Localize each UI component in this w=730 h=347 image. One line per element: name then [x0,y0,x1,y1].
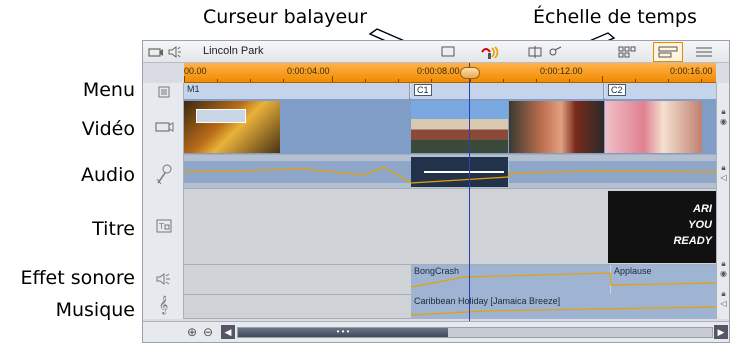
ruler-tick-label: 0:00:16.00 [670,66,713,76]
label-video: Vidéo [81,118,135,140]
label-menu: Menu [82,79,135,101]
video-clip-church[interactable] [411,101,508,153]
zoom-out-icon[interactable]: ⊖ [201,325,215,339]
ruler-tick [635,79,636,82]
audio-speaker-icon[interactable]: ◁ [717,173,730,182]
text-view-icon[interactable] [693,43,715,61]
scroll-right-button[interactable]: ▶ [714,325,728,339]
time-ruler[interactable]: 00.00 0:00:04.00 0:00:08.00 0:00:12.00 0… [184,63,716,83]
ruler-tick-label: 0:00:04.00 [287,66,330,76]
video-eye-icon[interactable]: ◉ [717,117,730,126]
ruler-tick-label: 00.00 [184,66,207,76]
scroll-left-button[interactable]: ◀ [221,325,235,339]
sfx-track-lane[interactable]: BongCrash Applause [184,265,716,295]
title-track-lane[interactable]: ARI YOU READY [184,189,716,265]
video-clip-kids[interactable] [509,101,604,153]
video-clip-facepaint[interactable] [605,101,702,153]
project-name: Lincoln Park [203,45,264,57]
ruler-tick [503,79,504,82]
audio-waveform [184,157,716,187]
audio-mixer-icon[interactable] [479,42,501,62]
menu-track-icon[interactable] [143,85,184,99]
video-track-icon[interactable] [143,117,184,137]
microphone-icon[interactable] [143,163,184,187]
timeline-panel: Lincoln Park 00.00 0:00:04.00 0:00:08.00… [142,40,730,343]
ruler-tick [217,79,218,82]
sfx-speaker-icon-right[interactable]: ◁ [717,299,730,308]
ruler-tick [701,79,702,82]
title-eye-icon[interactable]: ◉ [717,269,730,278]
horizontal-scrollbar-track[interactable]: • • • [237,327,713,338]
ruler-tick [536,79,537,82]
title-text-line: READY [673,235,712,247]
ruler-tick-label: 0:00:08.00 [417,66,460,76]
label-sfx: Effet sonore [20,267,135,289]
ruler-tick-label: 0:00:12.00 [540,66,583,76]
sfx-speaker-icon[interactable] [143,269,184,289]
menu-marker-c1[interactable]: C1 [411,83,604,99]
audio-track-lane[interactable] [184,155,716,189]
menu-marker-m1[interactable]: M1 [184,83,410,99]
ruler-tick [250,79,251,82]
horizontal-scrollbar-thumb[interactable]: • • • [238,328,448,337]
music-volume-line [410,306,716,316]
timeline-bottom-bar: ⊕ ⊖ ◀ • • • ▶ [143,321,729,342]
monitor-icon[interactable] [439,43,457,61]
ruler-tick [332,76,333,82]
svg-text:T: T [158,222,164,231]
title-text-line: YOU [688,219,712,231]
ruler-tick [398,79,399,82]
video-track-lane[interactable] [184,99,716,155]
menu-track-lane[interactable]: M1 C1 C2 [184,83,716,99]
speaker-icon[interactable] [167,43,183,61]
ruler-tick [569,79,570,82]
timeline-view-icon[interactable] [653,42,683,62]
label-title: Titre [92,218,135,240]
track-header-column: T 𝄞 [143,83,184,319]
label-music: Musique [55,299,135,321]
razor-icon[interactable] [547,43,563,61]
camera-icon[interactable] [147,43,165,61]
video-clip-menu-thumb[interactable] [184,101,280,153]
audio-lock-icon[interactable]: 🔒︎ [717,163,730,172]
scrubber-handle[interactable] [460,67,480,79]
storyboard-view-icon[interactable] [617,43,637,61]
label-audio: Audio [80,164,135,186]
ruler-tick [431,79,432,82]
sfx-volume-line [410,272,716,288]
timeline-toolbar: Lincoln Park [143,41,729,63]
menu-thumb-overlay [196,109,246,123]
ruler-tick [668,79,669,82]
title-track-icon[interactable]: T [143,216,184,236]
title-lock-icon[interactable]: 🔒︎ [717,259,730,268]
split-clip-icon[interactable] [527,43,545,61]
music-track-lane[interactable]: Caribbean Holiday [Jamaica Breeze] [184,295,716,319]
sfx-lock-icon[interactable]: 🔒︎ [717,289,730,298]
ruler-tick [602,76,603,82]
zoom-in-icon[interactable]: ⊕ [185,325,199,339]
scrubber-line[interactable] [469,63,470,321]
ruler-tick [365,79,366,82]
ruler-tick [283,79,284,82]
title-clip[interactable]: ARI YOU READY [608,191,716,263]
video-lock-icon[interactable]: 🔒︎ [717,107,730,116]
ruler-tick [184,76,185,82]
music-clef-icon[interactable]: 𝄞 [143,295,184,317]
menu-marker-c2[interactable]: C2 [605,83,716,99]
track-lock-column: 🔒︎ ◉ 🔒︎ ◁ 🔒︎ ◉ 🔒︎ ◁ [716,83,729,319]
title-text-line: ARI [693,203,712,215]
